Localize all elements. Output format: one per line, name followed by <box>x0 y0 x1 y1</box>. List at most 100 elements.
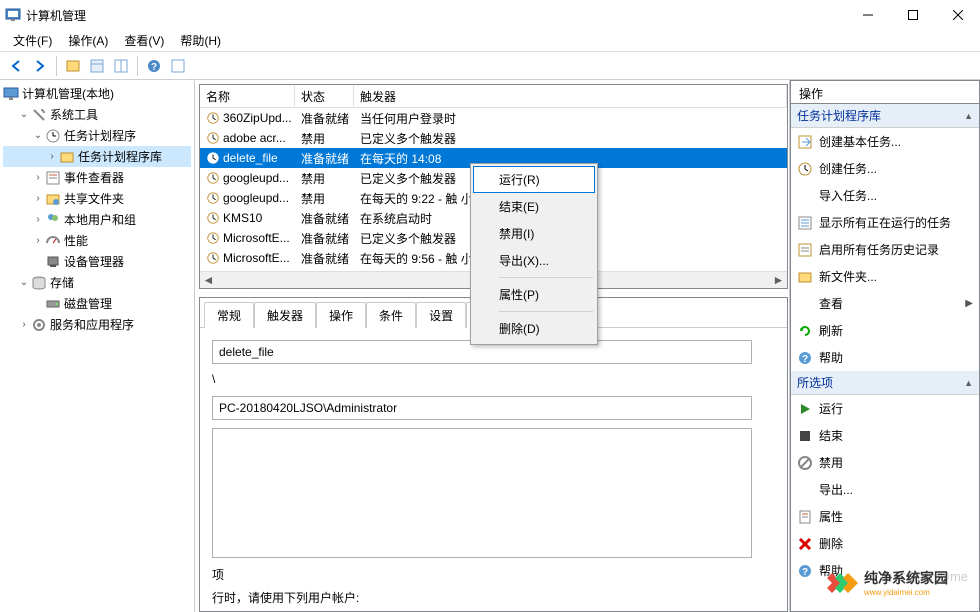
action-view[interactable]: 查看▶ <box>791 290 979 317</box>
action-delete[interactable]: 删除 <box>791 530 979 557</box>
scroll-left-icon[interactable]: ◄ <box>200 272 217 288</box>
tree-system-tools[interactable]: ⌄ 系统工具 <box>3 104 191 125</box>
services-icon <box>31 317 47 333</box>
disable-icon <box>797 455 813 471</box>
tree-task-scheduler-library[interactable]: › 任务计划程序库 <box>3 146 191 167</box>
cell-name: googleupd... <box>200 189 295 207</box>
tree-services[interactable]: › 服务和应用程序 <box>3 314 191 335</box>
tab-actions[interactable]: 操作 <box>316 302 366 328</box>
navigation-tree[interactable]: 计算机管理(本地) ⌄ 系统工具 ⌄ 任务计划程序 › 任务计划程序库 › 事件… <box>0 80 195 612</box>
expand-icon[interactable]: › <box>31 214 45 225</box>
tree-storage[interactable]: ⌄ 存储 <box>3 272 191 293</box>
tab-triggers[interactable]: 触发器 <box>254 302 316 328</box>
svg-text:?: ? <box>151 62 157 73</box>
context-delete[interactable]: 删除(D) <box>473 315 595 342</box>
tree-shared-folders[interactable]: › 共享文件夹 <box>3 188 191 209</box>
tree-performance[interactable]: › 性能 <box>3 230 191 251</box>
task-description-field <box>212 428 752 558</box>
maximize-button[interactable] <box>890 0 935 30</box>
action-import-task[interactable]: 导入任务... <box>791 182 979 209</box>
tree-disk-management[interactable]: 磁盘管理 <box>3 293 191 314</box>
collapse-icon[interactable]: ▲ <box>964 111 973 121</box>
table-row[interactable]: 360ZipUpd...准备就绪当任何用户登录时 <box>200 108 787 128</box>
toolbar-btn-1[interactable] <box>62 55 84 77</box>
collapse-icon[interactable]: ⌄ <box>17 277 31 288</box>
expand-icon[interactable]: › <box>17 319 31 330</box>
stop-icon <box>797 428 813 444</box>
col-name[interactable]: 名称 <box>200 85 295 107</box>
action-new-folder[interactable]: 新文件夹... <box>791 263 979 290</box>
action-create-task[interactable]: 创建任务... <box>791 155 979 182</box>
context-end[interactable]: 结束(E) <box>473 193 595 220</box>
cell-name: delete_file <box>200 149 295 167</box>
tab-settings[interactable]: 设置 <box>416 302 466 328</box>
device-icon <box>45 254 61 270</box>
help-button[interactable]: ? <box>143 55 165 77</box>
scroll-right-icon[interactable]: ► <box>770 272 787 288</box>
chevron-right-icon: ▶ <box>965 298 973 309</box>
menu-file[interactable]: 文件(F) <box>5 29 60 52</box>
expand-icon[interactable]: › <box>31 235 45 246</box>
collapse-icon[interactable]: ▲ <box>964 378 973 388</box>
table-row[interactable]: adobe acr...禁用已定义多个触发器 <box>200 128 787 148</box>
forward-button[interactable] <box>29 55 51 77</box>
tree-label: 性能 <box>64 232 88 249</box>
cell-name: 360ZipUpd... <box>200 109 295 127</box>
svg-text:?: ? <box>802 354 808 365</box>
minimize-button[interactable] <box>845 0 890 30</box>
toolbar-btn-2[interactable] <box>86 55 108 77</box>
action-create-basic-task[interactable]: 创建基本任务... <box>791 128 979 155</box>
actions-header: 操作 <box>790 80 980 103</box>
tree-root[interactable]: 计算机管理(本地) <box>3 83 191 104</box>
action-refresh[interactable]: 刷新 <box>791 317 979 344</box>
tree-event-viewer[interactable]: › 事件查看器 <box>3 167 191 188</box>
action-end[interactable]: 结束 <box>791 422 979 449</box>
tree-local-users[interactable]: › 本地用户和组 <box>3 209 191 230</box>
tab-conditions[interactable]: 条件 <box>366 302 416 328</box>
disk-icon <box>45 296 61 312</box>
action-help[interactable]: ?帮助 <box>791 344 979 371</box>
menu-view[interactable]: 查看(V) <box>116 29 172 52</box>
expand-icon[interactable]: › <box>45 151 59 162</box>
expand-icon[interactable]: › <box>31 193 45 204</box>
help-icon: ? <box>797 350 813 366</box>
action-properties[interactable]: 属性 <box>791 503 979 530</box>
back-button[interactable] <box>5 55 27 77</box>
clock-icon <box>206 171 220 185</box>
action-label: 刷新 <box>819 322 843 339</box>
cell-status: 准备就绪 <box>295 228 354 249</box>
tree-device-manager[interactable]: 设备管理器 <box>3 251 191 272</box>
clock-icon <box>206 111 220 125</box>
menu-action[interactable]: 操作(A) <box>60 29 116 52</box>
col-trigger[interactable]: 触发器 <box>354 85 787 107</box>
collapse-icon[interactable]: ⌄ <box>17 109 31 120</box>
action-show-running[interactable]: 显示所有正在运行的任务 <box>791 209 979 236</box>
context-properties[interactable]: 属性(P) <box>473 281 595 308</box>
section-label: 项 <box>212 566 775 583</box>
clock-icon <box>206 131 220 145</box>
menu-help[interactable]: 帮助(H) <box>172 29 229 52</box>
cell-status: 禁用 <box>295 168 354 189</box>
context-run[interactable]: 运行(R) <box>473 166 595 193</box>
cell-status: 准备就绪 <box>295 108 354 129</box>
tree-label: 设备管理器 <box>64 253 124 270</box>
toolbar-btn-3[interactable] <box>110 55 132 77</box>
tab-general[interactable]: 常规 <box>204 302 254 328</box>
context-export[interactable]: 导出(X)... <box>473 247 595 274</box>
tree-task-scheduler[interactable]: ⌄ 任务计划程序 <box>3 125 191 146</box>
context-menu: 运行(R) 结束(E) 禁用(I) 导出(X)... 属性(P) 删除(D) <box>470 163 598 345</box>
collapse-icon[interactable]: ⌄ <box>31 130 45 141</box>
toolbar-btn-4[interactable] <box>167 55 189 77</box>
action-export[interactable]: 导出... <box>791 476 979 503</box>
context-disable[interactable]: 禁用(I) <box>473 220 595 247</box>
users-icon <box>45 212 61 228</box>
expand-icon[interactable]: › <box>31 172 45 183</box>
col-status[interactable]: 状态 <box>295 85 354 107</box>
action-label: 删除 <box>819 535 843 552</box>
close-button[interactable] <box>935 0 980 30</box>
action-enable-history[interactable]: 启用所有任务历史记录 <box>791 236 979 263</box>
wizard-icon <box>797 134 813 150</box>
action-run[interactable]: 运行 <box>791 395 979 422</box>
action-disable[interactable]: 禁用 <box>791 449 979 476</box>
toolbar-separator <box>56 56 57 76</box>
